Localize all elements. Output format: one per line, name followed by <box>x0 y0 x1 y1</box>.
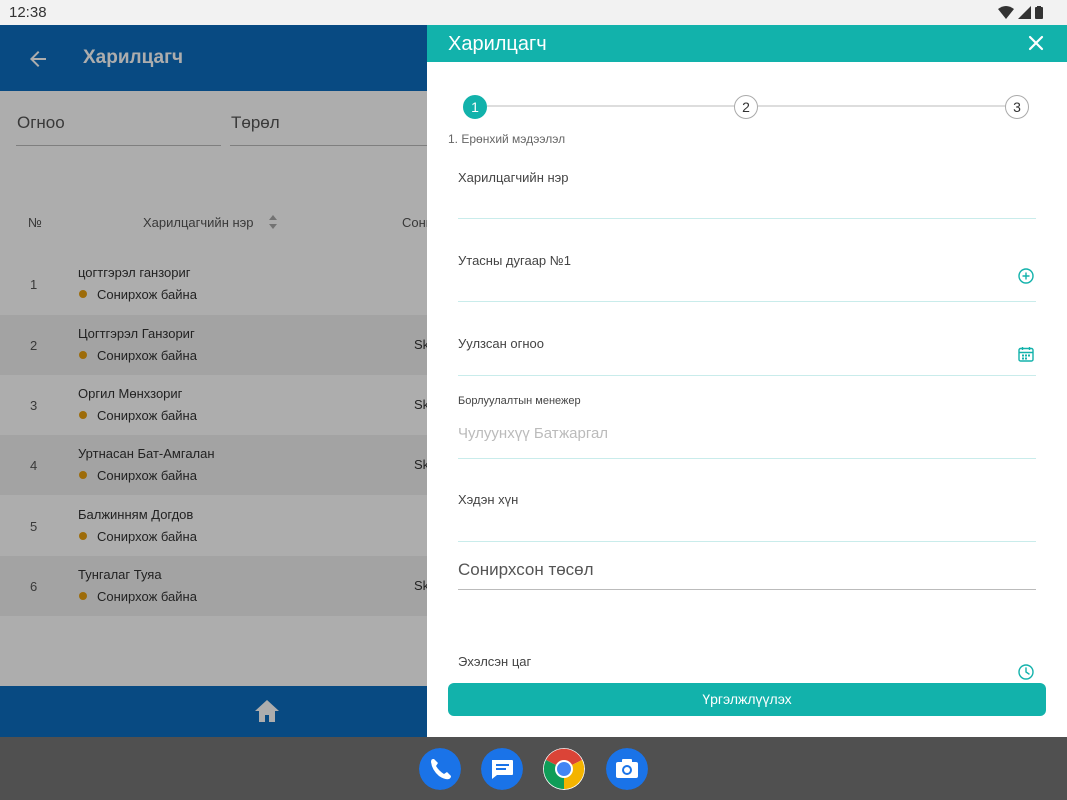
panel-title: Харилцагч <box>448 33 547 55</box>
step-2[interactable]: 2 <box>734 95 758 119</box>
step-1[interactable]: 1 <box>463 95 487 119</box>
phone-app-icon[interactable] <box>419 748 461 790</box>
status-time: 12:38 <box>9 4 47 21</box>
step-title: 1. Ерөнхий мэдээлэл <box>448 132 566 146</box>
signal-icon <box>1018 6 1031 19</box>
people-count-input[interactable] <box>458 541 1036 542</box>
system-dock <box>0 737 1067 800</box>
chrome-app-icon[interactable] <box>543 748 585 790</box>
customer-name-input[interactable] <box>458 218 1036 219</box>
meeting-date-label: Уулзсан огноо <box>458 336 545 351</box>
meeting-date-input[interactable] <box>458 375 1036 376</box>
camera-app-icon[interactable] <box>606 748 648 790</box>
panel-header: Харилцагч <box>427 25 1067 62</box>
status-bar: 12:38 <box>0 0 1067 25</box>
add-circle-icon[interactable] <box>1017 267 1035 285</box>
people-count-label: Хэдэн хүн <box>458 492 519 507</box>
stepper-line <box>487 105 735 107</box>
sales-manager-input[interactable] <box>458 458 1036 459</box>
start-time-label: Эхэлсэн цаг <box>458 654 532 669</box>
clock-icon[interactable] <box>1017 663 1035 681</box>
step-3[interactable]: 3 <box>1005 95 1029 119</box>
phone-label: Утасны дугаар №1 <box>458 253 571 268</box>
calendar-icon[interactable] <box>1017 345 1035 363</box>
close-icon[interactable] <box>1027 34 1045 52</box>
customer-form-panel: Харилцагч 1 2 3 1. Ерөнхий мэдээлэл Хари… <box>427 25 1067 737</box>
messages-app-icon[interactable] <box>481 748 523 790</box>
sales-manager-label: Борлуулалтын менежер <box>458 395 581 407</box>
customer-name-label: Харилцагчийн нэр <box>458 170 569 185</box>
stepper-line <box>758 105 1006 107</box>
continue-button[interactable]: Үргэлжлүүлэх <box>448 683 1046 716</box>
project-select[interactable]: Сонирхсон төсөл <box>458 560 594 580</box>
sales-manager-value[interactable]: Чулуунхүү Батжаргал <box>458 425 608 442</box>
phone-input[interactable] <box>458 301 1036 302</box>
wifi-icon <box>998 6 1014 19</box>
battery-icon <box>1035 6 1043 19</box>
modal-scrim[interactable] <box>0 25 427 737</box>
project-select-underline <box>458 589 1036 590</box>
